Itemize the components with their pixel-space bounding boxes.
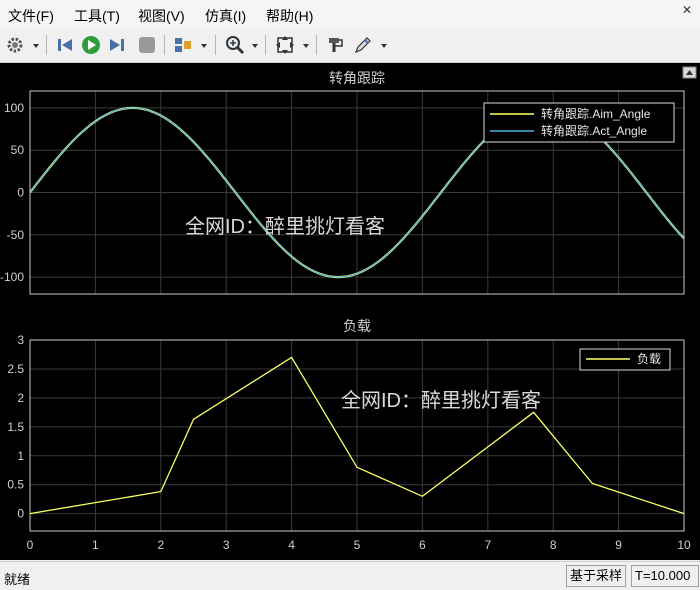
chevron-down-icon[interactable] (380, 38, 388, 48)
sim-time-field: T=10.000 (631, 565, 699, 587)
y-tick-label: 100 (4, 101, 24, 115)
toolbar-separator (164, 35, 165, 55)
y-tick-label: 50 (11, 143, 25, 157)
x-tick-label: 8 (550, 538, 557, 552)
x-tick-label: 7 (484, 538, 491, 552)
x-tick-label: 1 (92, 538, 99, 552)
undock-icon[interactable] (682, 66, 697, 79)
close-icon[interactable]: ✕ (682, 3, 692, 17)
menu-view[interactable]: 视图(V) (138, 6, 185, 26)
stop-icon[interactable] (136, 34, 158, 56)
x-tick-label: 4 (288, 538, 295, 552)
menu-simulation[interactable]: 仿真(I) (205, 6, 246, 26)
x-tick-label: 0 (27, 538, 34, 552)
y-tick-label: 0.5 (7, 478, 24, 492)
run-icon[interactable] (80, 34, 102, 56)
y-tick-label: 0 (17, 507, 24, 521)
x-tick-label: 2 (157, 538, 164, 552)
menu-file[interactable]: 文件(F) (8, 6, 54, 26)
watermark-2: 全网ID：醉里挑灯看客 (341, 389, 541, 412)
fit-icon[interactable] (274, 34, 296, 56)
plot1-title: 转角跟踪 (329, 70, 385, 86)
legend-label-load: 负载 (637, 352, 661, 366)
y-tick-label: 1 (17, 449, 24, 463)
y-tick-label: 0 (17, 186, 24, 200)
chevron-down-icon[interactable] (251, 38, 259, 48)
y-tick-label: 1.5 (7, 420, 24, 434)
toolbar-separator (215, 35, 216, 55)
toolbar (0, 28, 700, 63)
x-tick-label: 10 (677, 538, 691, 552)
gear-icon[interactable] (4, 34, 26, 56)
y-tick-label: -100 (0, 270, 24, 284)
plot2-title: 负载 (343, 318, 371, 334)
x-tick-label: 9 (615, 538, 622, 552)
status-text: 就绪 (4, 572, 31, 587)
plot1-legend: 转角跟踪.Aim_Angle 转角跟踪.Act_Angle (483, 102, 675, 143)
toolbar-separator (265, 35, 266, 55)
menu-tools[interactable]: 工具(T) (74, 6, 120, 26)
x-tick-label: 5 (354, 538, 361, 552)
y-tick-label: 3 (17, 333, 24, 347)
sample-mode-field: 基于采样 (566, 565, 627, 587)
zoom-icon[interactable] (224, 34, 246, 56)
x-tick-label: 6 (419, 538, 426, 552)
watermark-1: 全网ID：醉里挑灯看客 (185, 215, 385, 238)
toolbar-separator (46, 35, 47, 55)
chevron-down-icon[interactable] (302, 38, 310, 48)
style-icon[interactable] (324, 34, 346, 56)
chevron-down-icon[interactable] (32, 38, 40, 48)
layout-icon[interactable] (172, 34, 194, 56)
status-bar: 就绪 基于采样 T=10.000 (0, 561, 700, 590)
y-tick-label: -50 (7, 228, 25, 242)
scope-canvas: 转角跟踪 -100 -50 0 50 100 全网ID：醉里挑灯看客 转角跟踪.Aim_… (0, 63, 700, 560)
toolbar-separator (316, 35, 317, 55)
plot1-yticks: -100 -50 0 50 100 (0, 101, 24, 284)
legend-label-act: 转角跟踪.Act_Angle (541, 123, 647, 138)
edit-icon[interactable] (352, 34, 374, 56)
step-forward-icon[interactable] (106, 34, 128, 56)
y-tick-label: 2 (17, 391, 24, 405)
menu-help[interactable]: 帮助(H) (266, 6, 313, 26)
x-tick-label: 3 (223, 538, 230, 552)
plot2-legend: 负载 (579, 348, 671, 371)
y-tick-label: 2.5 (7, 362, 24, 376)
chevron-down-icon[interactable] (200, 38, 208, 48)
step-back-icon[interactable] (54, 34, 76, 56)
menu-bar: 文件(F) 工具(T) 视图(V) 仿真(I) 帮助(H) ✕ (0, 0, 700, 28)
legend-label-aim: 转角跟踪.Aim_Angle (541, 106, 651, 121)
